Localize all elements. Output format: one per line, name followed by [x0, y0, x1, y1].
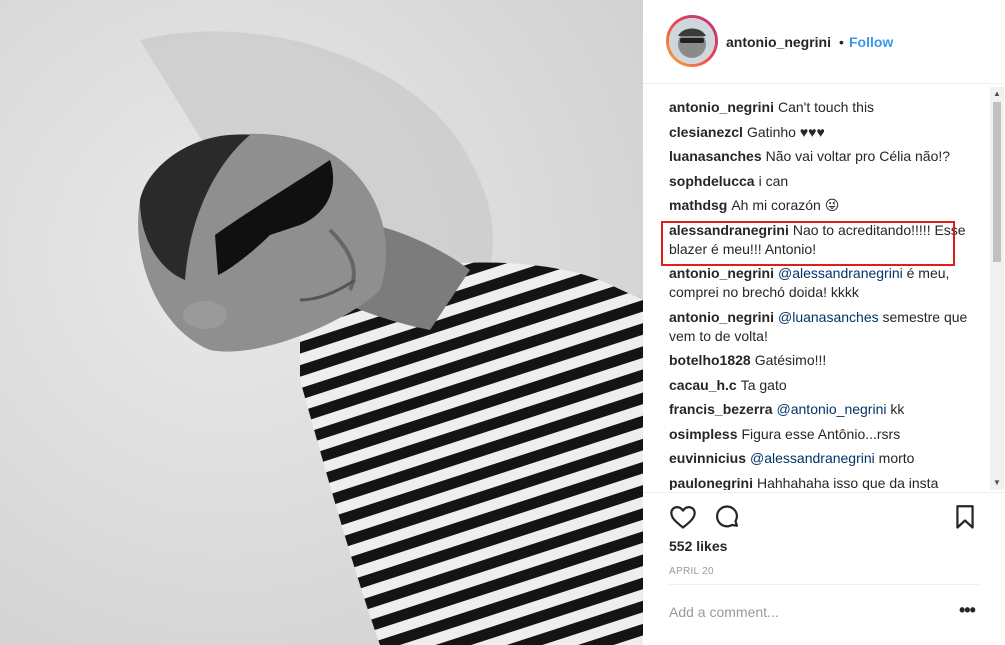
comment-text: Gatinho ♥♥♥	[746, 123, 825, 140]
comment-text: morto	[878, 450, 915, 466]
comment-text: i can	[758, 172, 789, 189]
comment-username[interactable]: paulonegrini	[669, 475, 753, 491]
post-date[interactable]: APRIL 20	[669, 566, 714, 577]
comment-username[interactable]: euvinnicius	[669, 450, 746, 466]
comment-text: Can't touch this	[778, 99, 875, 115]
comment-item: osimpless Figura esse Antônio...rsrs	[669, 425, 973, 444]
comment-text: Gatésimo!!!	[754, 352, 827, 368]
comment-item: paulonegrini Hahhahaha isso que da insta	[669, 474, 973, 491]
comment-username[interactable]: clesianezcl	[669, 124, 743, 140]
avatar-image	[669, 18, 715, 64]
comment-item: cacau_h.c Ta gato	[669, 376, 973, 395]
comment-username[interactable]: mathdsg	[669, 197, 727, 213]
comment-item: francis_bezerra @antonio_negrini kk	[669, 400, 973, 419]
comment-username[interactable]: francis_bezerra	[669, 401, 773, 417]
comment-item: luanasanches Não vai voltar pro Célia não…	[669, 147, 973, 166]
more-options-icon[interactable]: •••	[959, 600, 976, 621]
comment-item: clesianezcl Gatinho ♥♥♥	[669, 123, 973, 142]
divider	[669, 584, 979, 585]
avatar[interactable]	[669, 18, 715, 64]
comment-item: mathdsg Ah mi corazón 😜	[669, 196, 973, 215]
add-comment-section: •••	[643, 584, 1005, 645]
scroll-thumb[interactable]	[993, 102, 1001, 262]
comment-text: Figura esse Antônio...rsrs	[741, 425, 901, 442]
comment-text: Não vai voltar pro Célia não!?	[765, 148, 951, 164]
post-header: antonio_negrini • Follow	[643, 0, 1005, 84]
comments-scrollbar[interactable]: ▲ ▼	[990, 87, 1004, 490]
post-image	[0, 0, 643, 645]
post-photo[interactable]	[0, 0, 643, 645]
follow-button[interactable]: Follow	[849, 34, 893, 50]
header-separator: •	[839, 34, 844, 50]
comment-text: Ah mi corazón 😜	[731, 197, 840, 213]
comment-item: euvinnicius @alessandranegrini morto	[669, 449, 973, 468]
header-username[interactable]: antonio_negrini	[726, 34, 831, 50]
comment-text: kk	[890, 401, 905, 417]
comment-item: botelho1828 Gatésimo!!!	[669, 351, 973, 370]
likes-count[interactable]: 552 likes	[669, 538, 727, 554]
comment-username[interactable]: antonio_negrini	[669, 99, 774, 115]
scroll-down-arrow-icon[interactable]: ▼	[990, 476, 1004, 490]
comment-username[interactable]: luanasanches	[669, 148, 762, 164]
comment-item-highlighted: alessandranegrini Nao to acreditando!!!!!…	[669, 221, 973, 259]
comment-username[interactable]: antonio_negrini	[669, 265, 774, 281]
scroll-up-arrow-icon[interactable]: ▲	[990, 87, 1004, 101]
comment-mention[interactable]: @antonio_negrini	[777, 401, 887, 417]
comment-username[interactable]: alessandranegrini	[669, 222, 789, 238]
comment-item: antonio_negrini Can't touch this	[669, 98, 973, 117]
post-actions	[643, 492, 1005, 529]
comment-username[interactable]: cacau_h.c	[669, 377, 737, 393]
heart-icon[interactable]	[669, 503, 697, 531]
add-comment-input[interactable]	[669, 604, 929, 620]
comment-item: antonio_negrini @luanasanches semestre qu…	[669, 308, 973, 346]
comment-item: antonio_negrini @alessandranegrini é meu,…	[669, 264, 973, 302]
comment-username[interactable]: osimpless	[669, 426, 737, 442]
bookmark-icon[interactable]	[951, 503, 979, 531]
comment-text: Hahhahaha isso que da insta	[757, 474, 939, 491]
comment-text: Ta gato	[740, 376, 787, 393]
comment-username[interactable]: botelho1828	[669, 352, 751, 368]
comment-mention[interactable]: @alessandranegrini	[778, 265, 903, 281]
comment-item: sophdelucca i can	[669, 172, 973, 191]
comments-list[interactable]: antonio_negrini Can't touch this clesiane…	[669, 98, 973, 490]
avatar-story-ring[interactable]	[666, 15, 718, 67]
comment-username[interactable]: antonio_negrini	[669, 309, 774, 325]
comment-bubble-icon[interactable]	[713, 503, 741, 531]
comment-mention[interactable]: @luanasanches	[778, 309, 879, 325]
comment-username[interactable]: sophdelucca	[669, 173, 755, 189]
comment-mention[interactable]: @alessandranegrini	[750, 450, 875, 466]
post-sidebar: antonio_negrini • Follow antonio_negrini…	[643, 0, 1005, 645]
